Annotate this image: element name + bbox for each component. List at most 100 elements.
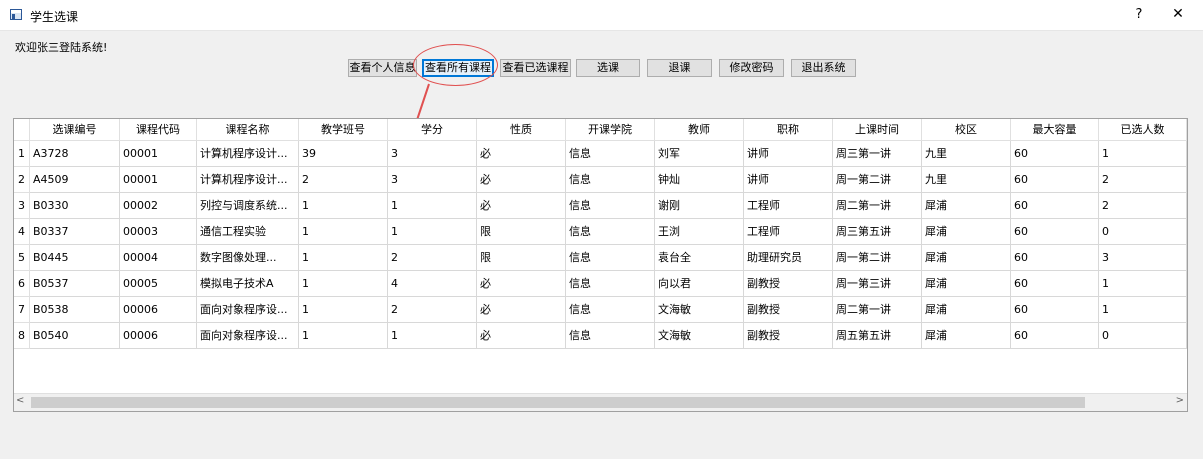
table-cell[interactable]: 2 [388, 245, 477, 271]
table-cell[interactable]: B0330 [30, 193, 120, 219]
table-cell[interactable]: 模拟电子技术A [197, 271, 299, 297]
table-cell[interactable]: 信息 [566, 167, 655, 193]
table-cell[interactable]: 周一第二讲 [833, 167, 922, 193]
table-cell[interactable]: 周一第三讲 [833, 271, 922, 297]
table-cell[interactable]: 袁台全 [655, 245, 744, 271]
table-cell[interactable]: 0 [1099, 323, 1187, 349]
row-header[interactable]: 3 [14, 193, 30, 219]
table-cell[interactable]: 3 [388, 141, 477, 167]
table-cell[interactable]: B0445 [30, 245, 120, 271]
change-password-button[interactable]: 修改密码 [719, 59, 784, 77]
table-cell[interactable]: 2 [1099, 167, 1187, 193]
table-cell[interactable]: 犀浦 [922, 271, 1011, 297]
table-cell[interactable]: 计算机程序设计... [197, 141, 299, 167]
table-cell[interactable]: 00001 [120, 167, 197, 193]
horizontal-scrollbar[interactable]: < > [14, 393, 1187, 411]
select-course-button[interactable]: 选课 [576, 59, 640, 77]
table-cell[interactable]: 信息 [566, 245, 655, 271]
help-button[interactable]: ? [1132, 7, 1146, 22]
table-cell[interactable]: 周三第五讲 [833, 219, 922, 245]
row-header[interactable]: 2 [14, 167, 30, 193]
row-header[interactable]: 4 [14, 219, 30, 245]
table-cell[interactable]: 1 [299, 297, 388, 323]
column-header[interactable]: 选课编号 [30, 119, 120, 141]
table-cell[interactable]: 00006 [120, 323, 197, 349]
row-header[interactable]: 5 [14, 245, 30, 271]
table-cell[interactable]: 周二第一讲 [833, 297, 922, 323]
column-header[interactable]: 校区 [922, 119, 1011, 141]
table-corner[interactable] [14, 119, 30, 141]
table-cell[interactable]: 1 [299, 323, 388, 349]
table-cell[interactable]: 信息 [566, 323, 655, 349]
column-header[interactable]: 课程代码 [120, 119, 197, 141]
table-cell[interactable]: 60 [1011, 297, 1099, 323]
table-cell[interactable]: 1 [1099, 271, 1187, 297]
table-cell[interactable]: 2 [1099, 193, 1187, 219]
table-cell[interactable]: 副教授 [744, 297, 833, 323]
table-cell[interactable]: 60 [1011, 141, 1099, 167]
scrollbar-thumb[interactable] [31, 397, 1085, 408]
table-cell[interactable]: 文海敏 [655, 323, 744, 349]
column-header[interactable]: 已选人数 [1099, 119, 1187, 141]
table-cell[interactable]: 60 [1011, 167, 1099, 193]
column-header[interactable]: 开课学院 [566, 119, 655, 141]
table-cell[interactable]: 1 [299, 245, 388, 271]
table-cell[interactable]: 00002 [120, 193, 197, 219]
table-cell[interactable]: 面向对象程序设... [197, 297, 299, 323]
table-cell[interactable]: 0 [1099, 219, 1187, 245]
table-cell[interactable]: 王浏 [655, 219, 744, 245]
table-cell[interactable]: 周五第五讲 [833, 323, 922, 349]
table-cell[interactable]: 00006 [120, 297, 197, 323]
column-header[interactable]: 教学班号 [299, 119, 388, 141]
table-cell[interactable]: 犀浦 [922, 193, 1011, 219]
column-header[interactable]: 学分 [388, 119, 477, 141]
table-cell[interactable]: 1 [299, 219, 388, 245]
table-cell[interactable]: 副教授 [744, 323, 833, 349]
close-button[interactable]: ✕ [1170, 6, 1186, 22]
table-cell[interactable]: A4509 [30, 167, 120, 193]
table-cell[interactable]: 39 [299, 141, 388, 167]
table-cell[interactable]: 1 [299, 193, 388, 219]
table-cell[interactable]: B0537 [30, 271, 120, 297]
table-cell[interactable]: 60 [1011, 323, 1099, 349]
table-cell[interactable]: 60 [1011, 245, 1099, 271]
table-cell[interactable]: 1 [299, 271, 388, 297]
table-cell[interactable]: 1 [388, 219, 477, 245]
column-header[interactable]: 职称 [744, 119, 833, 141]
table-cell[interactable]: 60 [1011, 193, 1099, 219]
table-cell[interactable]: 00003 [120, 219, 197, 245]
view-selected-courses-button[interactable]: 查看已选课程 [500, 59, 571, 77]
table-cell[interactable]: 面向对象程序设... [197, 323, 299, 349]
scroll-left-arrow[interactable]: < [16, 395, 24, 406]
table-cell[interactable]: 00004 [120, 245, 197, 271]
row-header[interactable]: 8 [14, 323, 30, 349]
table-cell[interactable]: 周一第二讲 [833, 245, 922, 271]
table-cell[interactable]: 向以君 [655, 271, 744, 297]
table-cell[interactable]: 1 [388, 323, 477, 349]
table-cell[interactable]: 4 [388, 271, 477, 297]
view-personal-info-button[interactable]: 查看个人信息 [348, 59, 417, 77]
table-cell[interactable]: 讲师 [744, 141, 833, 167]
table-cell[interactable]: 谢刚 [655, 193, 744, 219]
table-cell[interactable]: 必 [477, 271, 566, 297]
table-cell[interactable]: A3728 [30, 141, 120, 167]
table-cell[interactable]: 信息 [566, 141, 655, 167]
table-cell[interactable]: 犀浦 [922, 297, 1011, 323]
table-cell[interactable]: 讲师 [744, 167, 833, 193]
table-cell[interactable]: 60 [1011, 219, 1099, 245]
exit-system-button[interactable]: 退出系统 [791, 59, 856, 77]
column-header[interactable]: 最大容量 [1011, 119, 1099, 141]
table-cell[interactable]: 信息 [566, 271, 655, 297]
table-cell[interactable]: 信息 [566, 193, 655, 219]
table-cell[interactable]: 00001 [120, 141, 197, 167]
table-cell[interactable]: 文海敏 [655, 297, 744, 323]
table-cell[interactable]: 工程师 [744, 219, 833, 245]
table-cell[interactable]: 计算机程序设计... [197, 167, 299, 193]
table-cell[interactable]: B0337 [30, 219, 120, 245]
table-cell[interactable]: 限 [477, 219, 566, 245]
table-cell[interactable]: 必 [477, 193, 566, 219]
table-cell[interactable]: 犀浦 [922, 219, 1011, 245]
table-cell[interactable]: 信息 [566, 219, 655, 245]
table-cell[interactable]: 副教授 [744, 271, 833, 297]
table-cell[interactable]: 3 [1099, 245, 1187, 271]
